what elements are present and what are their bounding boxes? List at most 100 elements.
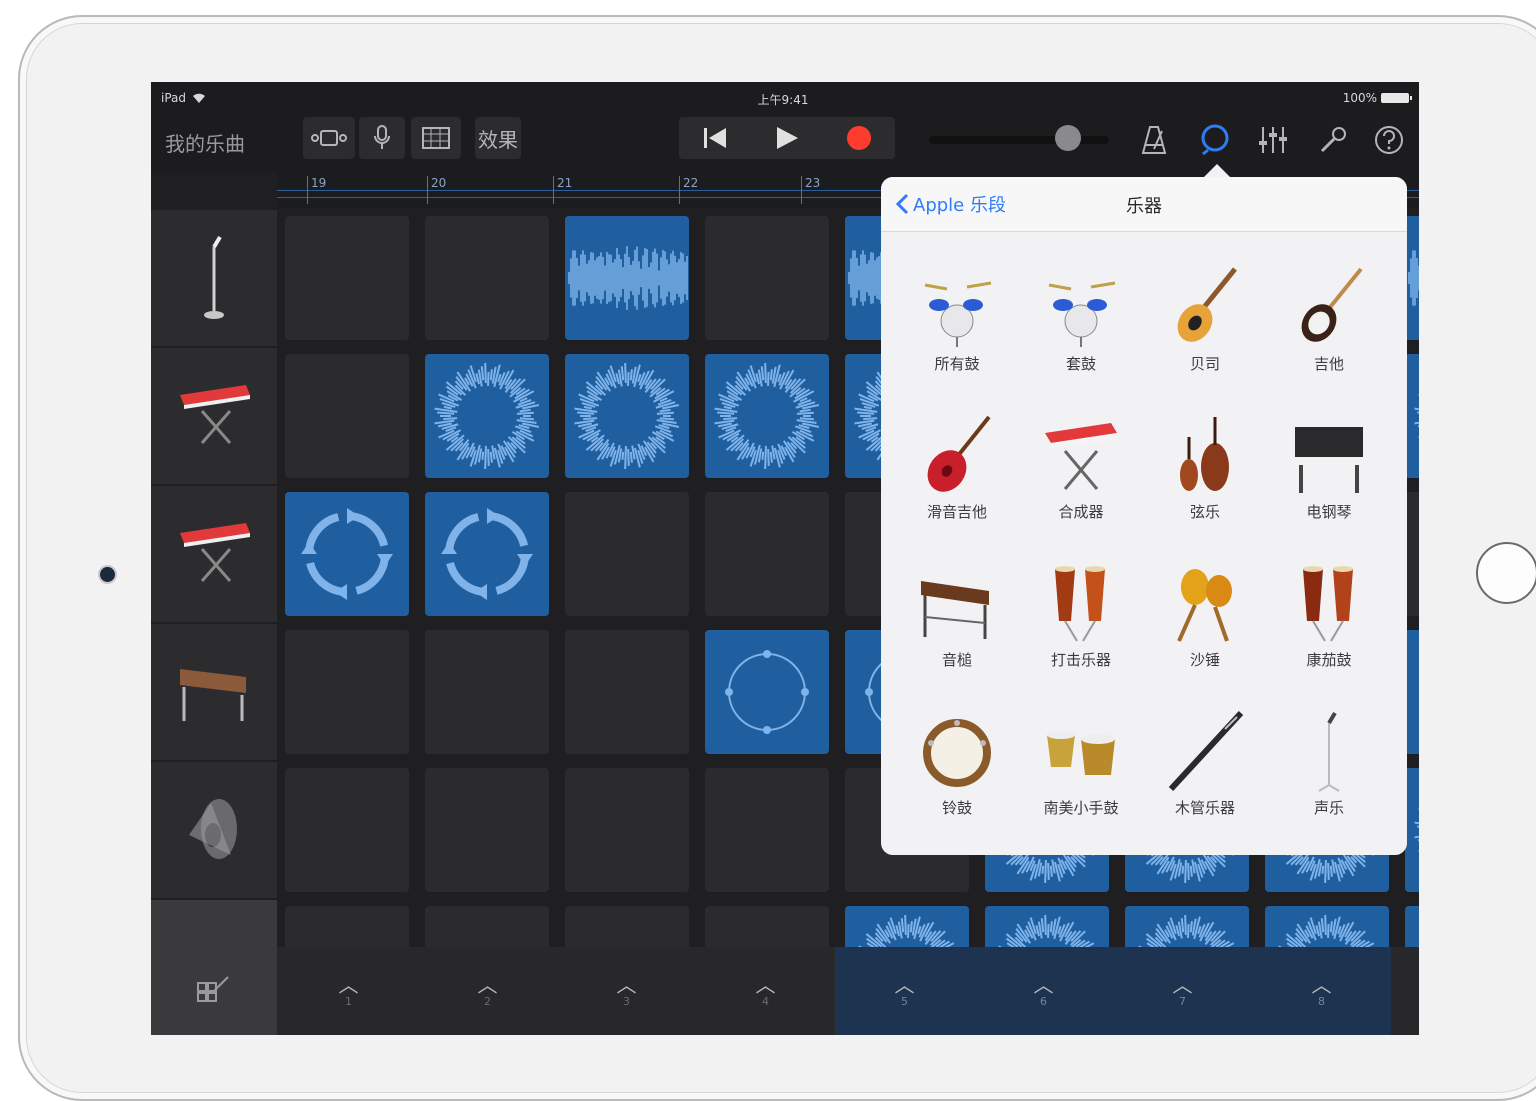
column-trigger-bar: ︿1︿2︿3︿4︿5︿6︿7︿8 bbox=[151, 947, 1419, 1035]
grid-icon bbox=[422, 127, 450, 149]
column-trigger-6[interactable]: ︿6 bbox=[974, 947, 1113, 1035]
drum-kit-icon bbox=[917, 265, 997, 349]
instrument-label: 声乐 bbox=[1267, 797, 1391, 818]
microphone-button[interactable] bbox=[359, 117, 405, 159]
instrument-label: 弦乐 bbox=[1143, 501, 1267, 522]
column-trigger-8[interactable]: ︿8 bbox=[1252, 947, 1391, 1035]
grid-cell[interactable] bbox=[1405, 492, 1419, 616]
transport-controls bbox=[679, 117, 895, 159]
microphone-icon bbox=[1289, 709, 1369, 793]
instrument-tile[interactable]: 康茄鼓 bbox=[1267, 555, 1391, 685]
grid-cell[interactable] bbox=[425, 768, 549, 892]
my-songs-button[interactable]: 我的乐曲 bbox=[165, 128, 245, 157]
grid-cell[interactable] bbox=[1405, 354, 1419, 478]
grid-cell[interactable] bbox=[285, 216, 409, 340]
mixer-button[interactable] bbox=[1255, 122, 1291, 158]
instrument-tile[interactable]: 木管乐器 bbox=[1143, 703, 1267, 833]
grid-cell[interactable] bbox=[425, 354, 549, 478]
column-trigger-5[interactable]: ︿5 bbox=[835, 947, 974, 1035]
track-header-mallet[interactable] bbox=[151, 624, 277, 762]
track-header-vocal[interactable] bbox=[151, 210, 277, 348]
rewind-button[interactable] bbox=[679, 117, 751, 159]
column-trigger-2[interactable]: ︿2 bbox=[418, 947, 557, 1035]
play-button[interactable] bbox=[751, 117, 823, 159]
grid-cell[interactable] bbox=[425, 216, 549, 340]
instrument-label: 贝司 bbox=[1143, 353, 1267, 374]
grid-cell[interactable] bbox=[1405, 216, 1419, 340]
grid-cell[interactable] bbox=[425, 630, 549, 754]
loop-icon bbox=[1199, 124, 1231, 156]
instrument-tile[interactable]: 贝司 bbox=[1143, 259, 1267, 389]
tracks-view-icon bbox=[309, 128, 349, 148]
instrument-tile[interactable]: 滑音吉他 bbox=[895, 407, 1019, 537]
column-trigger-7[interactable]: ︿7 bbox=[1113, 947, 1252, 1035]
instrument-tile[interactable]: 吉他 bbox=[1267, 259, 1391, 389]
loop-browser-button[interactable] bbox=[1197, 122, 1233, 158]
grid-cell[interactable] bbox=[705, 216, 829, 340]
column-trigger-1[interactable]: ︿1 bbox=[279, 947, 418, 1035]
synth-keyboard-icon bbox=[174, 519, 254, 589]
chevron-up-icon: ︿ bbox=[478, 975, 498, 995]
instrument-tile[interactable]: 套鼓 bbox=[1019, 259, 1143, 389]
effects-button[interactable]: 效果 bbox=[475, 117, 521, 159]
wrench-icon bbox=[1318, 125, 1348, 155]
help-button[interactable] bbox=[1371, 122, 1407, 158]
instrument-tile[interactable]: 音槌 bbox=[895, 555, 1019, 685]
volume-slider-track[interactable] bbox=[929, 136, 1109, 144]
instrument-tile[interactable]: 打击乐器 bbox=[1019, 555, 1143, 685]
mixer-grid-button[interactable] bbox=[411, 117, 461, 159]
ruler-bar-number: 20 bbox=[427, 176, 446, 204]
grid-cell[interactable] bbox=[1405, 630, 1419, 754]
status-time: 上午9:41 bbox=[751, 91, 815, 108]
track-header-speaker[interactable] bbox=[151, 762, 277, 900]
grid-cell[interactable] bbox=[565, 630, 689, 754]
grid-cell[interactable] bbox=[425, 492, 549, 616]
instrument-tile[interactable]: 合成器 bbox=[1019, 407, 1143, 537]
grid-cell[interactable] bbox=[705, 630, 829, 754]
chevron-up-icon: ︿ bbox=[1173, 975, 1193, 995]
grid-cell[interactable] bbox=[565, 768, 689, 892]
grid-cell[interactable] bbox=[705, 768, 829, 892]
play-icon bbox=[775, 126, 799, 150]
track-header-synth-2[interactable] bbox=[151, 486, 277, 624]
settings-button[interactable] bbox=[1315, 122, 1351, 158]
grid-cell[interactable] bbox=[705, 492, 829, 616]
grid-cell[interactable] bbox=[285, 768, 409, 892]
drum-kit-icon bbox=[1041, 265, 1121, 349]
column-number: 5 bbox=[901, 995, 908, 1008]
column-trigger-4[interactable]: ︿4 bbox=[696, 947, 835, 1035]
grid-cell[interactable] bbox=[565, 492, 689, 616]
grid-cell[interactable] bbox=[705, 354, 829, 478]
hollow-guitar-icon bbox=[917, 413, 997, 497]
column-number: 3 bbox=[623, 995, 630, 1008]
grid-cell[interactable] bbox=[285, 354, 409, 478]
instrument-label: 打击乐器 bbox=[1019, 649, 1143, 670]
record-button[interactable] bbox=[823, 117, 895, 159]
grid-cell[interactable] bbox=[285, 492, 409, 616]
instrument-tile[interactable]: 声乐 bbox=[1267, 703, 1391, 833]
column-trigger-3[interactable]: ︿3 bbox=[557, 947, 696, 1035]
column-number: 8 bbox=[1318, 995, 1325, 1008]
tracks-view-button[interactable] bbox=[303, 117, 355, 159]
instrument-tile[interactable]: 所有鼓 bbox=[895, 259, 1019, 389]
home-button[interactable] bbox=[1476, 542, 1536, 604]
track-header-synth-1[interactable] bbox=[151, 348, 277, 486]
bongo-icon bbox=[1041, 709, 1121, 793]
microphone-stand-icon bbox=[194, 235, 234, 321]
grid-cell[interactable] bbox=[1405, 768, 1419, 892]
cell-edit-button[interactable] bbox=[151, 947, 277, 1035]
grid-cell[interactable] bbox=[565, 216, 689, 340]
column-number: 7 bbox=[1179, 995, 1186, 1008]
instrument-tile[interactable]: 南美小手鼓 bbox=[1019, 703, 1143, 833]
instrument-tile[interactable]: 沙锤 bbox=[1143, 555, 1267, 685]
instrument-tile[interactable]: 弦乐 bbox=[1143, 407, 1267, 537]
metronome-button[interactable] bbox=[1136, 122, 1172, 158]
instrument-tile[interactable]: 铃鼓 bbox=[895, 703, 1019, 833]
chevron-up-icon: ︿ bbox=[756, 975, 776, 995]
volume-slider-knob[interactable] bbox=[1055, 125, 1081, 151]
instrument-tile[interactable]: 电钢琴 bbox=[1267, 407, 1391, 537]
grid-edit-icon bbox=[194, 971, 234, 1011]
woodwind-icon bbox=[1165, 709, 1245, 793]
grid-cell[interactable] bbox=[565, 354, 689, 478]
grid-cell[interactable] bbox=[285, 630, 409, 754]
